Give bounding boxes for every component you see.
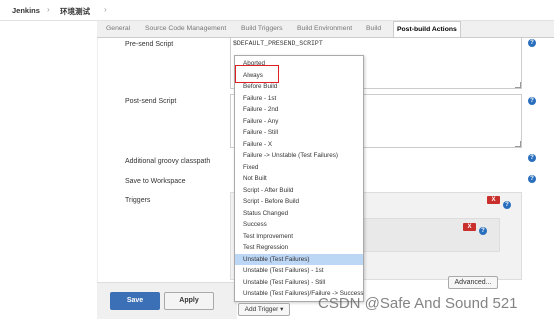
dropdown-item[interactable]: Unstable (Test Failures) - Still [235,277,363,289]
tab-source-code-management[interactable]: Source Code Management [142,21,229,37]
apply-button[interactable]: Apply [164,292,214,310]
help-icon[interactable]: ? [528,154,536,162]
pre-send-script-label: Pre-send Script [125,41,174,48]
dropdown-item[interactable]: Not Built [235,173,363,185]
help-icon[interactable]: ? [528,175,536,183]
highlight-box [235,65,279,83]
remove-item-button[interactable]: X [463,223,476,231]
dropdown-item[interactable]: Failure - Still [235,127,363,139]
resize-handle-icon[interactable] [515,82,521,88]
dropdown-item[interactable]: Success [235,219,363,231]
help-icon[interactable]: ? [528,97,536,105]
dropdown-item[interactable]: Script - Before Build [235,196,363,208]
resize-handle-icon[interactable] [515,141,521,147]
dropdown-item[interactable]: Status Changed [235,208,363,220]
advanced-button[interactable]: Advanced... [448,276,498,289]
remove-trigger-button[interactable]: X [487,196,500,204]
pre-send-script-value: $DEFAULT_PRESEND_SCRIPT [233,40,323,47]
post-send-script-label: Post-send Script [125,98,177,105]
dropdown-item[interactable]: Failure - X [235,139,363,151]
dropdown-item[interactable]: Failure - 1st [235,93,363,105]
trigger-type-dropdown: Aborted Always Before Build Failure - 1s… [234,55,364,302]
dropdown-item[interactable]: Test Regression [235,242,363,254]
add-trigger-button[interactable]: Add Trigger ▾ [238,303,290,316]
groovy-classpath-label: Additional groovy classpath [125,158,211,165]
config-tabs: General Source Code Management Build Tri… [97,21,554,39]
breadcrumb-separator: › [104,5,107,14]
dropdown-item[interactable]: Failure - 2nd [235,104,363,116]
add-trigger-label: Add Trigger [244,306,279,313]
tab-general[interactable]: General [103,21,133,37]
save-to-workspace-label: Save to Workspace [125,178,186,185]
dropdown-item-selected[interactable]: Unstable (Test Failures) [235,253,363,265]
help-icon[interactable]: ? [479,227,487,235]
dropdown-item[interactable]: Failure -> Unstable (Test Failures) [235,150,363,162]
dropdown-item[interactable]: Script - After Build [235,185,363,197]
tab-build[interactable]: Build [363,21,384,37]
breadcrumb-project[interactable]: 环境测试 [60,6,90,17]
tab-build-environment[interactable]: Build Environment [294,21,355,37]
triggers-label: Triggers [125,197,151,204]
breadcrumb-jenkins[interactable]: Jenkins [12,6,40,15]
top-bar: Jenkins › 环境测试 › [0,0,554,21]
breadcrumb-separator: › [47,5,50,14]
dropdown-item[interactable]: Failure - Any [235,116,363,128]
dropdown-item[interactable]: Test Improvement [235,231,363,243]
dropdown-item[interactable]: Fixed [235,162,363,174]
dropdown-item[interactable]: Unstable (Test Failures) - 1st [235,265,363,277]
watermark: CSDN @Safe And Sound 521 [318,295,518,312]
help-icon[interactable]: ? [528,39,536,47]
save-button[interactable]: Save [110,292,160,310]
help-icon[interactable]: ? [503,201,511,209]
left-panel [0,21,98,318]
chevron-down-icon: ▾ [280,306,284,313]
tab-build-triggers[interactable]: Build Triggers [238,21,286,37]
